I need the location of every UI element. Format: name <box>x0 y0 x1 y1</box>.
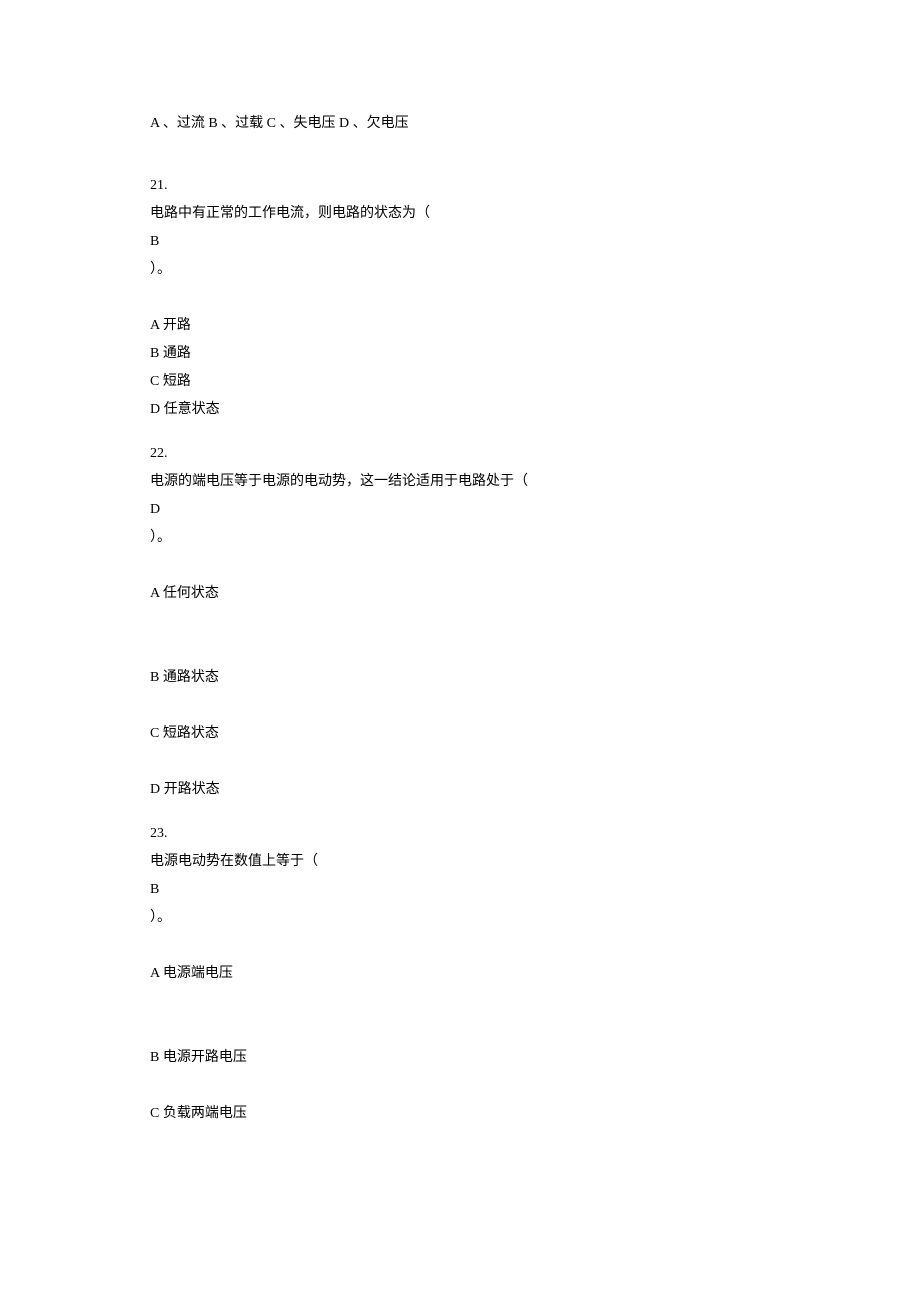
q22-num: 22. <box>150 440 770 468</box>
q23-num: 23. <box>150 820 770 848</box>
q22-option-b: B 通路状态 <box>150 664 770 692</box>
q23-block: 23. 电源电动势在数值上等于（ B ）。 A 电源端电压 B 电源开路电压 C… <box>150 820 770 1128</box>
q21-option-a: A 开路 <box>150 312 770 340</box>
q22-option-c: C 短路状态 <box>150 720 770 748</box>
q23-option-a: A 电源端电压 <box>150 960 770 988</box>
q21-option-c: C 短路 <box>150 368 770 396</box>
q21-answer: B <box>150 228 770 256</box>
q22-stem: 电源的端电压等于电源的电动势，这一结论适用于电路处于（ <box>150 468 770 496</box>
q22-answer: D <box>150 496 770 524</box>
q23-stem: 电源电动势在数值上等于（ <box>150 848 770 876</box>
q23-option-c: C 负载两端电压 <box>150 1100 770 1128</box>
q22-block: 22. 电源的端电压等于电源的电动势，这一结论适用于电路处于（ D ）。 A 任… <box>150 440 770 804</box>
q23-close: ）。 <box>150 904 770 932</box>
q21-option-b: B 通路 <box>150 340 770 368</box>
q21-stem: 电路中有正常的工作电流，则电路的状态为（ <box>150 200 770 228</box>
q23-option-b: B 电源开路电压 <box>150 1044 770 1072</box>
q20-options: A 、过流 B 、过载 C 、失电压 D 、欠电压 <box>150 110 770 138</box>
q22-option-d: D 开路状态 <box>150 776 770 804</box>
q21-close: ）。 <box>150 256 770 284</box>
q21-num: 21. <box>150 172 770 200</box>
q21-option-d: D 任意状态 <box>150 396 770 424</box>
q22-option-a: A 任何状态 <box>150 580 770 608</box>
q21-block: 21. 电路中有正常的工作电流，则电路的状态为（ B ）。 A 开路 B 通路 … <box>150 172 770 424</box>
q23-answer: B <box>150 876 770 904</box>
q22-close: ）。 <box>150 524 770 552</box>
